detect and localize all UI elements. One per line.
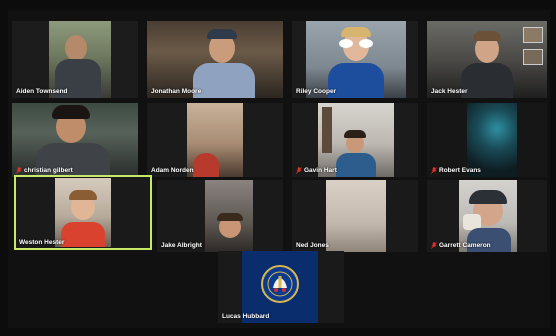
muted-microphone-icon	[431, 242, 437, 249]
participant-tile-lucas-hubbard[interactable]: Lucas Hubbard	[218, 251, 344, 323]
video-feed	[306, 21, 406, 98]
gallery-view: Aiden Townsend Jonathan Moore Riley Coop…	[8, 10, 550, 328]
video-feed	[147, 21, 283, 98]
participant-tile-adam-norden[interactable]: Adam Norden	[147, 103, 283, 177]
participant-name: Lucas Hubbard	[222, 313, 270, 320]
participant-name: Jake Albright	[161, 242, 202, 249]
video-feed	[12, 103, 138, 177]
participant-tile-aiden-townsend[interactable]: Aiden Townsend	[12, 21, 138, 98]
participant-tile-weston-hester[interactable]: Weston Hester	[14, 175, 152, 250]
video-feed	[187, 103, 243, 177]
participant-name: christian gilbert	[16, 167, 73, 174]
muted-microphone-icon	[431, 167, 437, 174]
muted-microphone-icon	[16, 167, 22, 174]
participant-tile-ned-jones[interactable]: Ned Jones	[292, 180, 418, 252]
participant-name: Jack Hester	[431, 88, 468, 95]
video-feed	[49, 21, 111, 98]
participant-name: Robert Evans	[431, 167, 481, 174]
participant-name: Ned Jones	[296, 242, 329, 249]
zoom-window: Aiden Townsend Jonathan Moore Riley Coop…	[0, 0, 556, 336]
participant-name: Garrett Cameron	[431, 242, 491, 249]
video-feed	[326, 180, 386, 252]
participant-tile-garrett-cameron[interactable]: Garrett Cameron	[427, 180, 547, 252]
muted-microphone-icon	[296, 167, 302, 174]
video-feed	[467, 103, 517, 177]
participant-tile-jake-albright[interactable]: Jake Albright	[157, 180, 283, 252]
participant-tile-riley-cooper[interactable]: Riley Cooper	[292, 21, 418, 98]
video-feed	[205, 180, 253, 252]
participant-name: Adam Norden	[151, 167, 194, 174]
participant-tile-robert-evans[interactable]: Robert Evans	[427, 103, 547, 177]
participant-name: Weston Hester	[19, 239, 65, 246]
participant-tile-christian-gilbert[interactable]: christian gilbert	[12, 103, 138, 177]
participant-tile-jack-hester[interactable]: Jack Hester	[427, 21, 547, 98]
participant-tile-jonathan-moore[interactable]: Jonathan Moore	[147, 21, 283, 98]
participant-name: Aiden Townsend	[16, 88, 68, 95]
participant-name: Gavin Hart	[296, 167, 337, 174]
participant-name: Riley Cooper	[296, 88, 337, 95]
video-feed	[318, 103, 394, 177]
video-feed	[427, 21, 547, 98]
participant-name: Jonathan Moore	[151, 88, 202, 95]
participant-tile-gavin-hart[interactable]: Gavin Hart	[292, 103, 418, 177]
chelsea-fc-crest-icon	[261, 264, 299, 303]
video-feed	[55, 178, 111, 247]
